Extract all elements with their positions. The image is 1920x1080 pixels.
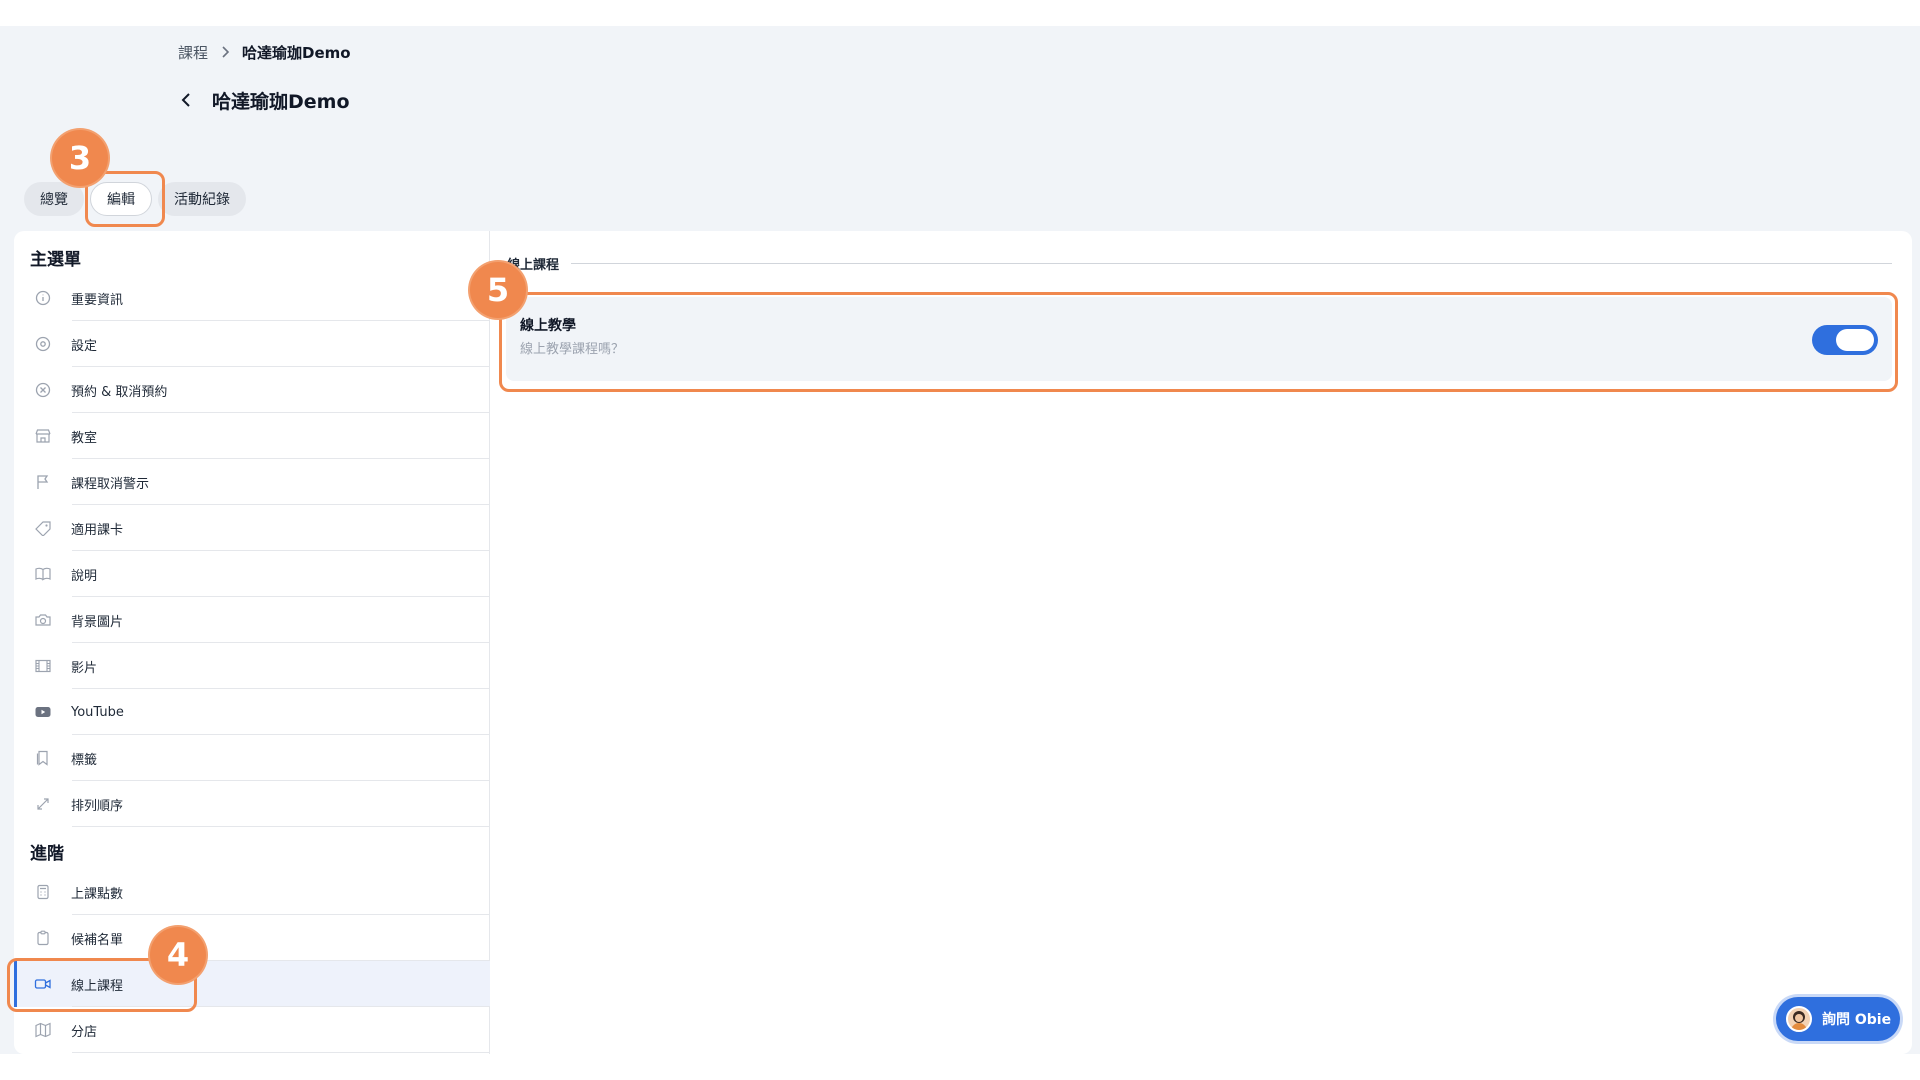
- sidebar-item-booking[interactable]: 預約 & 取消預約: [14, 367, 490, 413]
- breadcrumb: 課程 哈達瑜珈Demo: [178, 40, 351, 64]
- bottom-strip: [0, 1054, 1920, 1080]
- content-area: 線上課程 線上教學 線上教學課程嗎？: [490, 231, 1912, 1054]
- sidebar-item-label: 課程取消警示: [71, 476, 150, 492]
- arrows-expand-icon: [31, 792, 55, 816]
- sidebar-item-description[interactable]: 說明: [14, 551, 490, 597]
- sidebar-item-label: 預約 & 取消預約: [71, 384, 168, 400]
- tab-bar: 總覽 編輯 活動紀錄: [24, 182, 246, 216]
- setting-description: 線上教學課程嗎？: [520, 342, 625, 357]
- sidebar-item-label: 上課點數: [71, 886, 124, 902]
- sidebar-item-label: 標籤: [71, 752, 98, 768]
- film-icon: [31, 654, 55, 678]
- sidebar: 主選單 重要資訊 設定 預約 & 取消預約 教室 課程取消警示 適用課卡 說明 …: [14, 231, 490, 1054]
- sidebar-item-settings[interactable]: 設定: [14, 321, 490, 367]
- chevron-left-icon: [181, 93, 190, 107]
- top-bar: [0, 0, 1920, 26]
- page-header: 哈達瑜珈Demo: [174, 84, 350, 116]
- info-icon: [31, 286, 55, 310]
- map-icon: [31, 1018, 55, 1042]
- settings-icon: [31, 332, 55, 356]
- sidebar-item-label: 線上課程: [71, 978, 124, 994]
- sidebar-section-advanced: 進階: [30, 844, 64, 864]
- tag-icon: [31, 516, 55, 540]
- sidebar-item-label: 說明: [71, 568, 98, 584]
- sidebar-item-classroom[interactable]: 教室: [14, 413, 490, 459]
- sidebar-section-main: 主選單: [30, 250, 81, 270]
- online-teaching-setting: 線上教學 線上教學課程嗎？: [506, 297, 1892, 381]
- sidebar-item-important-info[interactable]: 重要資訊: [14, 275, 490, 321]
- step-badge-3: 3: [52, 130, 108, 186]
- ask-obie-button[interactable]: 詢問 Obie: [1776, 997, 1900, 1041]
- chevron-right-icon: [220, 45, 230, 59]
- tab-overview[interactable]: 總覽: [24, 182, 84, 216]
- sidebar-item-tags[interactable]: 標籤: [14, 735, 490, 781]
- step-badge-5: 5: [470, 262, 526, 318]
- sidebar-item-label: YouTube: [71, 704, 124, 720]
- back-button[interactable]: [174, 88, 198, 112]
- sidebar-item-video[interactable]: 影片: [14, 643, 490, 689]
- bookmark-icon: [31, 746, 55, 770]
- sidebar-item-youtube[interactable]: YouTube: [14, 689, 490, 735]
- sidebar-item-label: 候補名單: [71, 932, 124, 948]
- page-title: 哈達瑜珈Demo: [212, 90, 350, 113]
- setting-title: 線上教學: [520, 318, 576, 334]
- sidebar-item-online-course[interactable]: 線上課程: [14, 961, 490, 1007]
- sidebar-item-sort-order[interactable]: 排列順序: [14, 781, 490, 827]
- sidebar-item-label: 影片: [71, 660, 98, 676]
- sidebar-item-label: 分店: [71, 1024, 98, 1040]
- sidebar-item-applicable-cards[interactable]: 適用課卡: [14, 505, 490, 551]
- sidebar-item-branch[interactable]: 分店: [14, 1007, 490, 1053]
- sidebar-item-cancel-alert[interactable]: 課程取消警示: [14, 459, 490, 505]
- chat-label: 詢問 Obie: [1822, 1012, 1892, 1028]
- video-camera-icon: [31, 972, 55, 996]
- sidebar-item-waitlist[interactable]: 候補名單: [14, 915, 490, 961]
- tab-edit[interactable]: 編輯: [90, 182, 152, 216]
- breadcrumb-current: 哈達瑜珈Demo: [242, 43, 351, 62]
- sidebar-item-label: 設定: [71, 338, 98, 354]
- avatar: [1786, 1006, 1812, 1032]
- cancel-circle-icon: [31, 378, 55, 402]
- youtube-icon: [31, 700, 55, 724]
- storefront-icon: [31, 424, 55, 448]
- main-panel: 主選單 重要資訊 設定 預約 & 取消預約 教室 課程取消警示 適用課卡 說明 …: [14, 231, 1912, 1054]
- sidebar-item-label: 適用課卡: [71, 522, 124, 538]
- sidebar-item-background-image[interactable]: 背景圖片: [14, 597, 490, 643]
- flag-icon: [31, 470, 55, 494]
- sidebar-item-label: 教室: [71, 430, 98, 446]
- toggle-knob: [1836, 329, 1874, 351]
- calculator-icon: [31, 880, 55, 904]
- camera-icon: [31, 608, 55, 632]
- sidebar-item-label: 背景圖片: [71, 614, 124, 630]
- clipboard-icon: [31, 926, 55, 950]
- book-icon: [31, 562, 55, 586]
- sidebar-item-label: 排列順序: [71, 798, 124, 814]
- step-badge-4: 4: [150, 927, 206, 983]
- sidebar-item-class-points[interactable]: 上課點數: [14, 869, 490, 915]
- sidebar-item-label: 重要資訊: [71, 292, 124, 308]
- tab-activity-log[interactable]: 活動紀錄: [158, 182, 246, 216]
- breadcrumb-courses-link[interactable]: 課程: [178, 42, 208, 63]
- section-divider: [571, 262, 1892, 264]
- online-teaching-toggle[interactable]: [1812, 325, 1878, 355]
- section-header: 線上課程: [507, 253, 1892, 273]
